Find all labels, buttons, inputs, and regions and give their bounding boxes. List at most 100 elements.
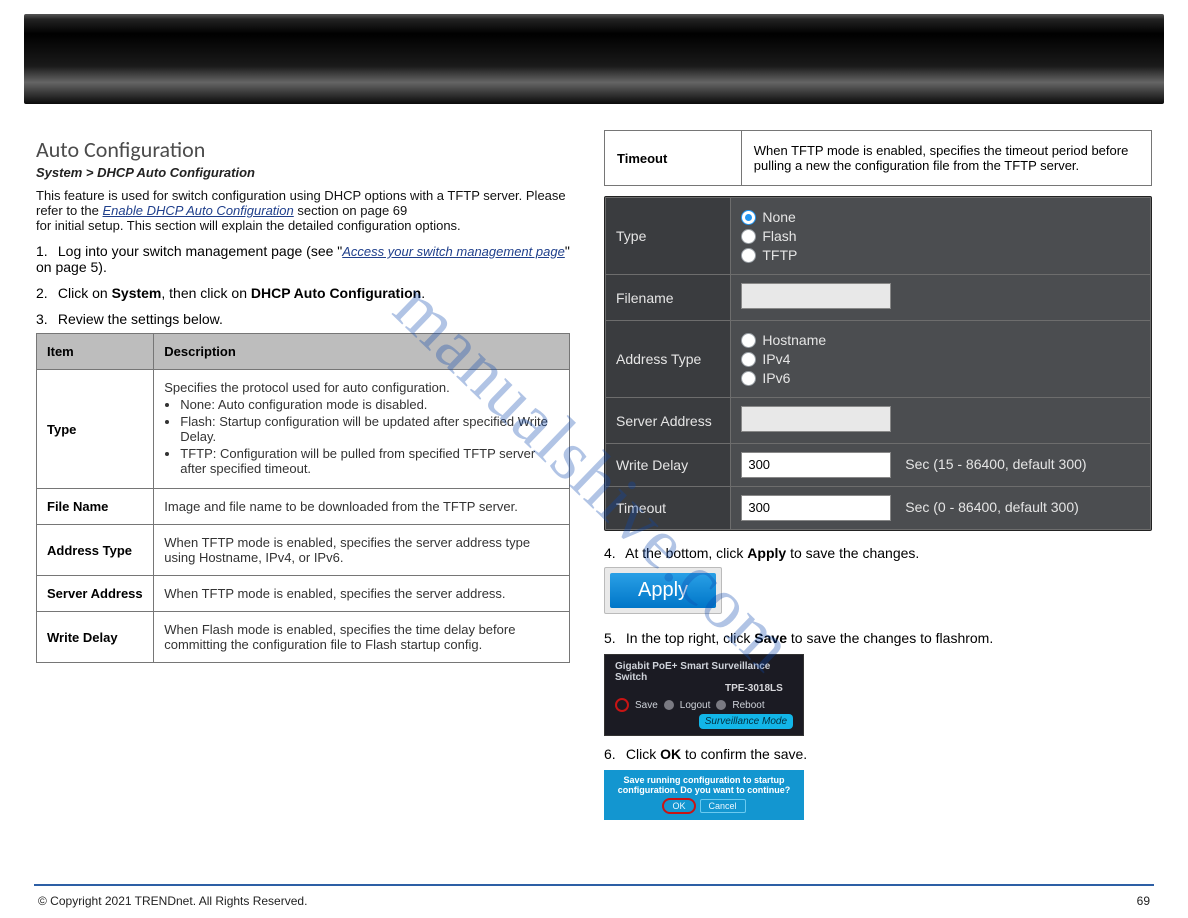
- radio-hostname[interactable]: Hostname: [741, 332, 1140, 348]
- timeout-note: Sec (0 - 86400, default 300): [905, 499, 1079, 515]
- intro-text-2: section on page: [297, 203, 392, 218]
- th-desc: Description: [154, 334, 570, 370]
- right-column: Timeout When TFTP mode is enabled, speci…: [594, 130, 1164, 878]
- options-table: Item Description TypeSpecifies the proto…: [36, 333, 570, 663]
- row-key: Address Type: [37, 525, 154, 576]
- step2-d: .: [421, 285, 425, 301]
- apply-wrap: Apply: [604, 567, 722, 614]
- radio-label: IPv4: [762, 351, 790, 367]
- table-row: Address TypeWhen TFTP mode is enabled, s…: [37, 525, 570, 576]
- step-4: 4. At the bottom, click Apply to save th…: [604, 545, 1152, 561]
- device-title: Gigabit PoE+ Smart Surveillance Switch: [615, 661, 793, 683]
- intro-page-ref: 69: [393, 203, 407, 218]
- save-label[interactable]: Save: [635, 700, 658, 711]
- surveillance-mode-badge: Surveillance Mode: [699, 714, 793, 729]
- timeout-input[interactable]: 300: [741, 495, 891, 521]
- row-value: When Flash mode is enabled, specifies th…: [154, 612, 570, 663]
- step6-c: to confirm the save.: [681, 746, 807, 762]
- radio-ipv6[interactable]: IPv6: [741, 370, 1140, 386]
- radio-tftp[interactable]: TFTP: [741, 247, 1140, 263]
- apply-button[interactable]: Apply: [610, 573, 716, 608]
- step3-text: Review the settings below.: [58, 311, 223, 327]
- logout-icon: [664, 700, 674, 710]
- confirm-dialog: Save running configuration to startup co…: [604, 770, 804, 820]
- radio-icon[interactable]: [741, 333, 756, 348]
- radio-label: Flash: [762, 228, 796, 244]
- intro-text-3: for initial setup. This section will exp…: [36, 218, 461, 233]
- filename-input[interactable]: [741, 283, 891, 309]
- footer-copyright: © Copyright 2021 TRENDnet. All Rights Re…: [38, 894, 307, 908]
- step4-c: to save the changes.: [786, 545, 919, 561]
- step2-dhcp: DHCP Auto Configuration: [251, 285, 421, 301]
- write-delay-note: Sec (15 - 86400, default 300): [905, 456, 1086, 472]
- timeout-key: Timeout: [605, 131, 742, 186]
- cancel-button[interactable]: Cancel: [700, 799, 746, 813]
- radio-icon[interactable]: [741, 210, 756, 225]
- table-row: TypeSpecifies the protocol used for auto…: [37, 370, 570, 489]
- panel-row-writedelay: Write Delay 300 Sec (15 - 86400, default…: [606, 444, 1151, 487]
- radio-label: Hostname: [762, 332, 826, 348]
- save-highlight-icon: [615, 698, 629, 712]
- radio-label: None: [762, 209, 795, 225]
- timeout-desc: When TFTP mode is enabled, specifies the…: [741, 131, 1151, 186]
- table-row: File NameImage and file name to be downl…: [37, 489, 570, 525]
- step2-a: Click on: [58, 285, 112, 301]
- row-key: Server Address: [37, 576, 154, 612]
- step-6: 6. Click OK to confirm the save.: [604, 746, 1152, 762]
- radio-flash[interactable]: Flash: [741, 228, 1140, 244]
- step1-link[interactable]: Access your switch management page: [342, 244, 565, 259]
- step2-c: , then click on: [161, 285, 251, 301]
- step4-a: At the bottom, click: [625, 545, 747, 561]
- footer-rule: [34, 884, 1154, 886]
- row-key: Type: [37, 370, 154, 489]
- reboot-label[interactable]: Reboot: [732, 700, 764, 711]
- logout-label[interactable]: Logout: [680, 700, 711, 711]
- label-write-delay: Write Delay: [606, 444, 731, 487]
- panel-row-addrtype: Address Type Hostname IPv4 IPv6: [606, 321, 1151, 398]
- panel-row-filename: Filename: [606, 275, 1151, 321]
- step6-ok: OK: [660, 746, 681, 762]
- intro-paragraph: This feature is used for switch configur…: [36, 188, 570, 233]
- save-screenshot: Gigabit PoE+ Smart Surveillance Switch T…: [604, 654, 804, 736]
- step5-save: Save: [754, 630, 787, 646]
- step2-system: System: [112, 285, 162, 301]
- radio-icon[interactable]: [741, 248, 756, 263]
- table-row: Write DelayWhen Flash mode is enabled, s…: [37, 612, 570, 663]
- panel-row-server: Server Address: [606, 398, 1151, 444]
- server-address-input[interactable]: [741, 406, 891, 432]
- panel-row-timeout: Timeout 300 Sec (0 - 86400, default 300): [606, 487, 1151, 530]
- radio-label: IPv6: [762, 370, 790, 386]
- left-column: Auto Configuration System > DHCP Auto Co…: [24, 130, 594, 878]
- row-value: When TFTP mode is enabled, specifies the…: [154, 525, 570, 576]
- step5-a: In the top right, click: [626, 630, 754, 646]
- step6-a: Click: [626, 746, 660, 762]
- label-address-type: Address Type: [606, 321, 731, 398]
- timeout-table: Timeout When TFTP mode is enabled, speci…: [604, 130, 1152, 186]
- intro-link[interactable]: Enable DHCP Auto Configuration: [103, 203, 294, 218]
- config-panel: Type None Flash TFTP Filename Address Ty…: [604, 196, 1152, 531]
- row-value: Image and file name to be downloaded fro…: [154, 489, 570, 525]
- step5-c: to save the changes to flashrom.: [787, 630, 993, 646]
- device-model: TPE-3018LS: [725, 683, 793, 694]
- table-header-row: Item Description: [37, 334, 570, 370]
- radio-none[interactable]: None: [741, 209, 1140, 225]
- write-delay-input[interactable]: 300: [741, 452, 891, 478]
- radio-label: TFTP: [762, 247, 797, 263]
- reboot-icon: [716, 700, 726, 710]
- radio-ipv4[interactable]: IPv4: [741, 351, 1140, 367]
- label-type: Type: [606, 198, 731, 275]
- section-title: Auto Configuration: [36, 136, 570, 163]
- header-banner: [24, 14, 1164, 104]
- row-value: Specifies the protocol used for auto con…: [154, 370, 570, 489]
- row-value: When TFTP mode is enabled, specifies the…: [154, 576, 570, 612]
- ok-button[interactable]: OK: [662, 798, 695, 814]
- confirm-question: Save running configuration to startup co…: [612, 775, 796, 795]
- table-row: Server AddressWhen TFTP mode is enabled,…: [37, 576, 570, 612]
- radio-icon[interactable]: [741, 352, 756, 367]
- radio-icon[interactable]: [741, 371, 756, 386]
- step-3: 3. Review the settings below.: [36, 311, 570, 327]
- breadcrumb: System > DHCP Auto Configuration: [36, 165, 570, 180]
- label-filename: Filename: [606, 275, 731, 321]
- row-key: Write Delay: [37, 612, 154, 663]
- radio-icon[interactable]: [741, 229, 756, 244]
